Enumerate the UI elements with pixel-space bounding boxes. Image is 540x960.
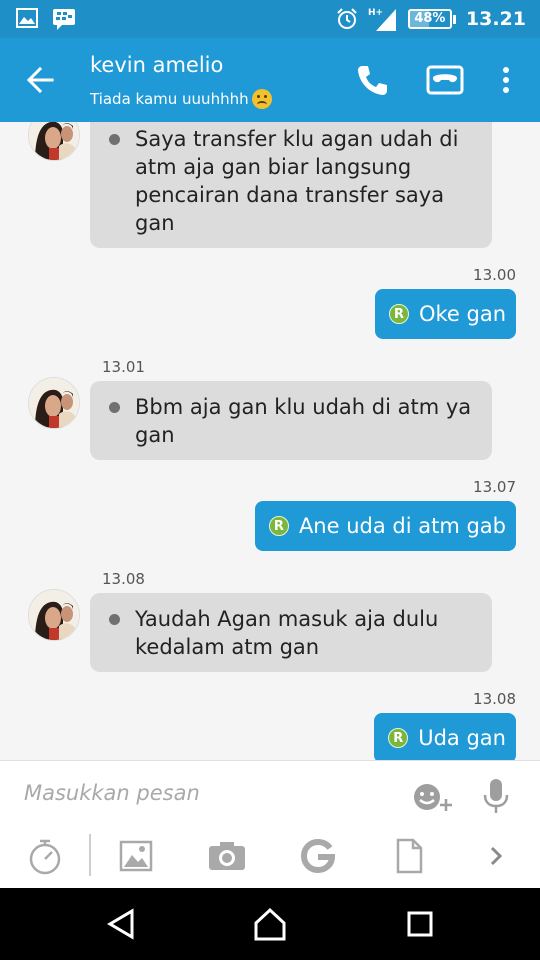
incoming-message-bubble[interactable]: Saya transfer klu agan udah di atm aja g… <box>90 122 492 248</box>
incoming-message-bubble[interactable]: Bbm aja gan klu udah di atm ya gan <box>90 381 492 460</box>
message-text: Uda gan <box>418 726 506 750</box>
system-navigation-bar <box>0 888 540 960</box>
contact-status[interactable]: Tiada kamu uuuhhhh <box>90 89 272 109</box>
back-arrow-icon[interactable] <box>22 62 62 98</box>
camera-icon[interactable] <box>207 836 247 876</box>
read-receipt-icon: R <box>268 516 289 536</box>
battery-icon: 48% <box>407 9 456 29</box>
alarm-icon <box>337 8 357 29</box>
message-timestamp: 13.01 <box>102 358 145 376</box>
phone-call-icon[interactable] <box>354 62 390 98</box>
bbm-notification-icon <box>53 9 75 30</box>
contact-status-text: Tiada kamu uuuhhhh <box>90 90 249 108</box>
status-bar: H+ 48% 13.21 <box>0 0 540 38</box>
sad-face-emoji-icon <box>251 89 272 109</box>
incoming-message-bubble[interactable]: Yaudah Agan masuk aja dulu kedalam atm g… <box>90 593 492 672</box>
message-text: Ane uda di atm gab <box>298 514 506 538</box>
network-type-label: H+ <box>368 8 383 18</box>
google-icon[interactable] <box>299 836 337 876</box>
gallery-notification-icon <box>16 8 38 28</box>
toolbar-divider <box>89 834 91 876</box>
outgoing-message-bubble[interactable]: R Oke gan <box>374 289 516 339</box>
app-bar: kevin amelio Tiada kamu uuuhhhh <box>0 38 540 122</box>
gallery-icon[interactable] <box>118 836 154 876</box>
message-text: Yaudah Agan masuk aja dulu kedalam atm g… <box>135 607 439 659</box>
contact-avatar[interactable] <box>28 122 80 161</box>
read-receipt-icon: R <box>388 304 409 324</box>
message-text: Saya transfer klu agan udah di atm aja g… <box>135 127 459 235</box>
message-timestamp: 13.08 <box>473 690 516 708</box>
message-composer: Masukkan pesan <box>0 760 540 828</box>
timer-icon[interactable] <box>26 836 64 876</box>
message-text: Bbm aja gan klu udah di atm ya gan <box>135 395 472 447</box>
attachment-toolbar <box>0 828 540 888</box>
voice-video-call-icon[interactable] <box>425 62 465 98</box>
message-timestamp: 13.08 <box>102 570 145 588</box>
contact-avatar[interactable] <box>28 589 80 641</box>
message-timestamp: 13.07 <box>473 478 516 496</box>
nav-back-icon[interactable] <box>104 906 144 942</box>
message-text: Oke gan <box>418 302 506 326</box>
file-icon[interactable] <box>394 836 424 876</box>
signal-icon: H+ <box>368 8 396 31</box>
outgoing-message-bubble[interactable]: R Uda gan <box>374 713 516 760</box>
outgoing-message-bubble[interactable]: R Ane uda di atm gab <box>254 501 516 551</box>
more-options-icon[interactable] <box>496 64 516 98</box>
message-timestamp: 13.00 <box>473 266 516 284</box>
read-receipt-icon: R <box>388 728 409 748</box>
contact-avatar[interactable] <box>28 377 80 429</box>
battery-percentage: 48% <box>414 11 446 26</box>
nav-recent-apps-icon[interactable] <box>400 906 440 942</box>
microphone-icon[interactable] <box>481 777 511 815</box>
message-input[interactable]: Masukkan pesan <box>24 781 384 805</box>
nav-home-icon[interactable] <box>250 906 290 942</box>
contact-name[interactable]: kevin amelio <box>90 53 223 77</box>
chat-area[interactable]: Saya transfer klu agan udah di atm aja g… <box>0 122 540 760</box>
status-clock: 13.21 <box>465 8 526 30</box>
emoji-add-icon[interactable] <box>410 779 454 815</box>
chevron-right-icon[interactable] <box>486 836 508 876</box>
